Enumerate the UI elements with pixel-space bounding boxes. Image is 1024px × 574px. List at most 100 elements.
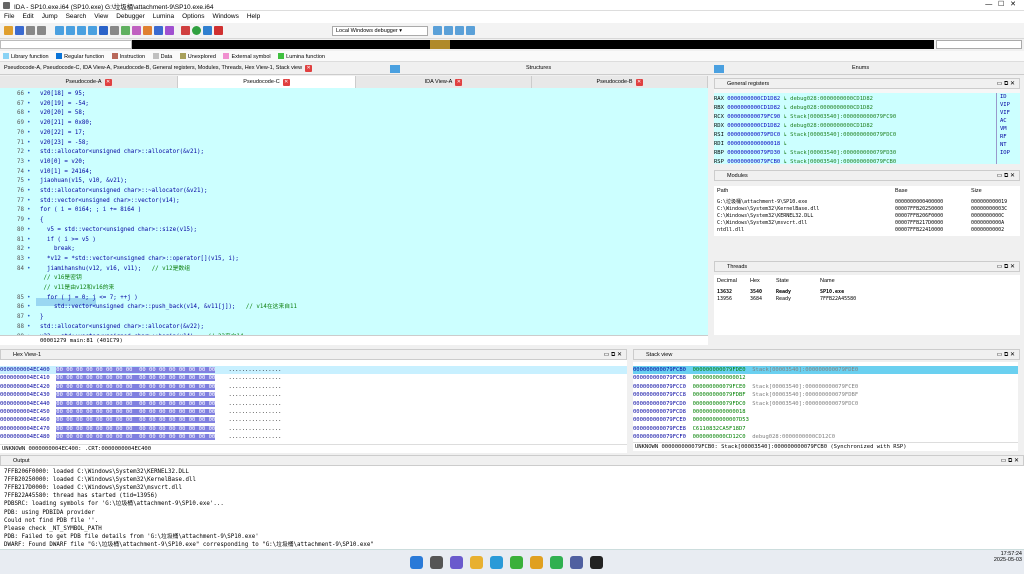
stack-row[interactable]: 000000000079FCC8 000000000079FDBF Stack[… xyxy=(633,391,1018,399)
stop-icon[interactable] xyxy=(214,26,223,35)
enum-icon[interactable] xyxy=(132,26,141,35)
menu-view[interactable]: View xyxy=(90,11,112,22)
menu-search[interactable]: Search xyxy=(62,11,91,22)
text-icon[interactable] xyxy=(99,26,108,35)
start-icon[interactable] xyxy=(410,556,423,569)
task-view-icon[interactable] xyxy=(450,556,463,569)
modules-table[interactable]: Path Base Size G:\垃圾桶\attachment-9\SP10.… xyxy=(714,186,1020,236)
registers-view[interactable]: RAX 0000000000CD1D82 ↳ debug028:00000000… xyxy=(714,93,996,164)
panel-controls[interactable]: ▭ ⧉ ✕ xyxy=(997,80,1015,88)
panel-controls[interactable]: ▭ ⧉ ✕ xyxy=(1001,457,1019,465)
stack-row[interactable]: 000000000079FCD0 000000000079FDC0 Stack[… xyxy=(633,400,1018,408)
module-row[interactable]: C:\Windows\System32\KernelBase.dll 00007F… xyxy=(714,206,1020,212)
step-out-icon[interactable] xyxy=(466,26,475,35)
ida-icon[interactable] xyxy=(570,556,583,569)
code-line[interactable]: 81 • if ( i >= v5 ) xyxy=(0,236,708,244)
code-line[interactable]: 88 • std::allocator<unsigned char>::alloc… xyxy=(0,323,708,331)
register-row[interactable]: RAX 0000000000CD1D82 ↳ debug028:00000000… xyxy=(714,95,996,103)
data-icon[interactable] xyxy=(88,26,97,35)
panel-controls[interactable]: ▭ ⧉ ✕ xyxy=(997,263,1015,271)
code-line[interactable]: 70 • v20[22] = 17; xyxy=(0,129,708,137)
hex-view[interactable]: 0000000004EC400 00 00 00 00 00 00 00 00 … xyxy=(0,360,627,444)
register-row[interactable]: RBX 0000000000CD1D82 ↳ debug028:00000000… xyxy=(714,104,996,112)
code-line[interactable]: 83 • *v12 = *std::vector<unsigned char>::… xyxy=(0,255,708,263)
run-to-cursor-icon[interactable] xyxy=(455,26,464,35)
register-row[interactable]: RBP 000000000079FD30 ↳ Stack[00003540]:0… xyxy=(714,149,996,157)
code-line[interactable]: // v16是密钥 xyxy=(0,274,708,282)
code-line[interactable]: 71 • v20[23] = -58; xyxy=(0,139,708,147)
tab-pseudocode-b[interactable]: Pseudocode-B ✕ xyxy=(532,76,708,88)
code-line[interactable]: 85 • for ( j = 0; j <= 7; ++j ) xyxy=(0,294,708,302)
code-line[interactable]: 73 • v10[0] = v20; xyxy=(0,158,708,166)
search-icon[interactable] xyxy=(66,26,75,35)
code-line[interactable]: 79 • { xyxy=(0,216,708,224)
run-icon[interactable] xyxy=(192,26,201,35)
tab-structures[interactable]: Structures xyxy=(526,65,551,71)
step-over-icon[interactable] xyxy=(444,26,453,35)
struct-icon[interactable] xyxy=(121,26,130,35)
menu-options[interactable]: Options xyxy=(178,11,208,22)
register-row[interactable]: RDX 0000000000CD1D82 ↳ debug028:00000000… xyxy=(714,122,996,130)
hex-row[interactable]: 0000000004EC430 00 00 00 00 00 00 00 00 … xyxy=(0,391,627,399)
code-line[interactable]: 82 • break; xyxy=(0,245,708,253)
app-icon[interactable] xyxy=(550,556,563,569)
assemble-icon[interactable] xyxy=(55,26,64,35)
module-row[interactable]: C:\Windows\System32\KERNEL32.DLL 00007FFB… xyxy=(714,213,1020,219)
close-icon[interactable]: ✕ xyxy=(455,79,463,86)
code-line[interactable]: 66 • v20[18] = 95; xyxy=(0,90,708,98)
code-icon[interactable] xyxy=(77,26,86,35)
debugger-select[interactable]: Local Windows debugger ▾ xyxy=(332,26,428,36)
thread-row[interactable]: 13956 3684 Ready 7FFB22A45580 xyxy=(714,296,1020,302)
code-line[interactable]: 67 • v20[19] = -54; xyxy=(0,100,708,108)
output-window[interactable]: 7FFB206F0000: loaded C:\Windows\System32… xyxy=(0,466,1024,549)
threads-table[interactable]: Decimal Hex State Name 13632 3540 Ready SP1… xyxy=(714,275,1020,335)
stack-row[interactable]: 000000000079FCB8 0000000000000012 xyxy=(633,374,1018,382)
window-controls[interactable]: — ☐ ✕ xyxy=(985,0,1016,8)
menu-lumina[interactable]: Lumina xyxy=(149,11,178,22)
record-icon[interactable] xyxy=(181,26,190,35)
code-line[interactable]: 84 • jiamihanshu(v12, v16, v11); // v12是数… xyxy=(0,265,708,273)
back-icon[interactable] xyxy=(26,26,35,35)
module-row[interactable]: ntdll.dll 00007FFB22410000 00000000002 xyxy=(714,227,1020,233)
pause-icon[interactable] xyxy=(203,26,212,35)
tab-main-views[interactable]: Pseudocode-A, Pseudocode-C, IDA View-A, … xyxy=(4,65,313,72)
system-clock[interactable]: 17:57:24 2025-05-03 xyxy=(972,551,1022,571)
navigation-select[interactable] xyxy=(936,40,1022,49)
step-into-icon[interactable] xyxy=(433,26,442,35)
stack-row[interactable]: 000000000079FCF0 0000000000CD12C0 debug0… xyxy=(633,433,1018,441)
close-icon[interactable]: ✕ xyxy=(635,79,643,86)
panel-controls[interactable]: ▭ ⧉ ✕ xyxy=(604,351,622,359)
register-row[interactable]: RSI 000000000079FDC0 ↳ Stack[00003540]:0… xyxy=(714,131,996,139)
menu-file[interactable]: File xyxy=(0,11,18,22)
hex-row[interactable]: 0000000004EC470 00 00 00 00 00 00 00 00 … xyxy=(0,425,627,433)
code-line[interactable]: 77 • std::vector<unsigned char>::vector(v… xyxy=(0,197,708,205)
column-state[interactable]: State xyxy=(776,278,789,284)
hex-row[interactable]: 0000000004EC400 00 00 00 00 00 00 00 00 … xyxy=(0,366,627,374)
menu-help[interactable]: Help xyxy=(243,11,264,22)
column-path[interactable]: Path xyxy=(717,188,728,194)
hex-row[interactable]: 0000000004EC410 00 00 00 00 00 00 00 00 … xyxy=(0,374,627,382)
panel-controls[interactable]: ▭ ⧉ ✕ xyxy=(997,351,1015,359)
close-icon[interactable]: ✕ xyxy=(104,79,112,86)
stack-row[interactable]: 000000000079FCE0 00000000000007D53 xyxy=(633,416,1018,424)
tab-pseudocode-c[interactable]: Pseudocode-C ✕ xyxy=(178,76,356,88)
column-name[interactable]: Name xyxy=(820,278,835,284)
module-row[interactable]: G:\垃圾桶\attachment-9\SP10.exe 000000000040… xyxy=(714,199,1020,205)
pseudocode-view[interactable]: 66 • v20[18] = 95; 67 • v20[19] = -54; 68 • v… xyxy=(0,88,708,335)
terminal-icon[interactable] xyxy=(590,556,603,569)
hex-row[interactable]: 0000000004EC420 00 00 00 00 00 00 00 00 … xyxy=(0,383,627,391)
code-line[interactable]: 86 • std::vector<unsigned char>::push_bac… xyxy=(0,303,708,311)
save-icon[interactable] xyxy=(15,26,24,35)
edge-icon[interactable] xyxy=(490,556,503,569)
menu-edit[interactable]: Edit xyxy=(18,11,37,22)
code-line[interactable]: // v11是由v12和v16的来 xyxy=(0,284,708,292)
menu-windows[interactable]: Windows xyxy=(208,11,242,22)
stack-row[interactable]: 000000000079FCD8 0000000000000018 xyxy=(633,408,1018,416)
tab-ida-view-a[interactable]: IDA View-A ✕ xyxy=(356,76,532,88)
menu-jump[interactable]: Jump xyxy=(38,11,62,22)
xref-icon[interactable] xyxy=(165,26,174,35)
tab-enums[interactable]: Enums xyxy=(852,65,869,71)
hex-row[interactable]: 0000000004EC480 00 00 00 00 00 00 00 00 … xyxy=(0,433,627,441)
column-base[interactable]: Base xyxy=(895,188,908,194)
column-size[interactable]: Size xyxy=(971,188,982,194)
